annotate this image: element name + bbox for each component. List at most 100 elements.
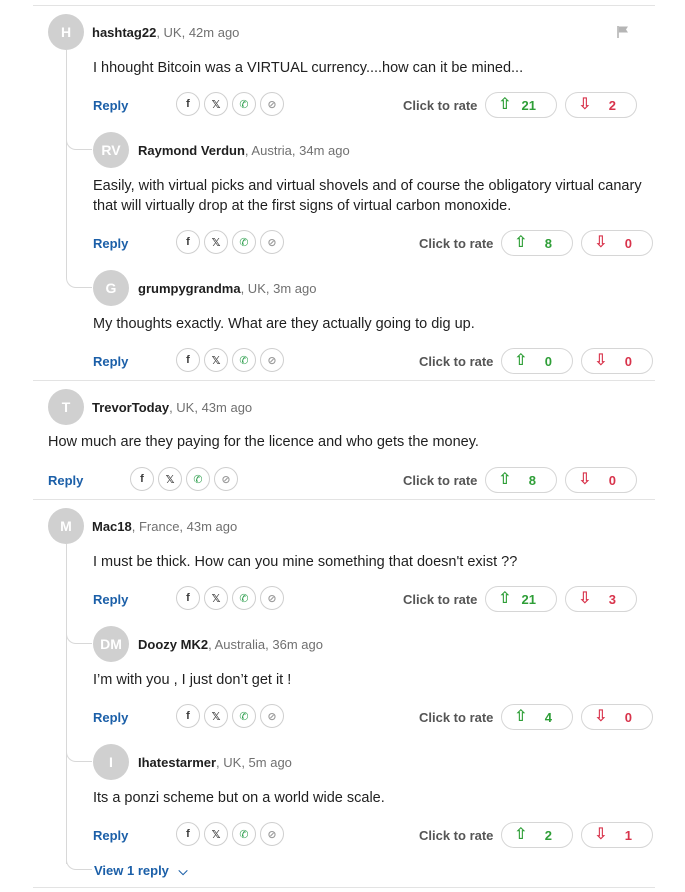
x-icon[interactable]: 𝕏	[204, 92, 228, 116]
downvote-count: 0	[624, 235, 632, 251]
reply-button[interactable]: Reply	[93, 592, 128, 607]
comment-text: Its a ponzi scheme but on a world wide s…	[93, 790, 385, 806]
downvote-count: 0	[624, 709, 632, 725]
facebook-icon[interactable]: f	[176, 704, 200, 728]
upvote-button[interactable]: ⇧ 4	[501, 704, 573, 730]
arrow-down-icon: ⇩	[594, 234, 608, 251]
facebook-icon[interactable]: f	[176, 230, 200, 254]
link-icon[interactable]: ⊘	[260, 92, 284, 116]
link-icon[interactable]: ⊘	[214, 467, 238, 491]
rate-label: Click to rate	[419, 710, 494, 725]
upvote-button[interactable]: ⇧ 8	[485, 467, 557, 493]
x-icon[interactable]: 𝕏	[204, 586, 228, 610]
arrow-down-icon: ⇩	[594, 826, 608, 843]
comment-meta: Doozy MK2, Australia, 36m ago	[138, 637, 323, 652]
downvote-button[interactable]: ⇩ 0	[581, 230, 653, 256]
reply-button[interactable]: Reply	[93, 828, 128, 843]
facebook-icon[interactable]: f	[176, 822, 200, 846]
downvote-button[interactable]: ⇩ 0	[565, 467, 637, 493]
comment-meta: grumpygrandma, UK, 3m ago	[138, 281, 316, 296]
upvote-button[interactable]: ⇧ 2	[501, 822, 573, 848]
facebook-icon[interactable]: f	[176, 586, 200, 610]
whatsapp-icon[interactable]: ✆	[186, 467, 210, 491]
location-time: , UK, 3m ago	[240, 281, 317, 296]
username[interactable]: hashtag22	[92, 25, 156, 40]
avatar: M	[48, 508, 84, 544]
upvote-count: 8	[544, 235, 552, 251]
x-icon[interactable]: 𝕏	[204, 704, 228, 728]
share-buttons: f 𝕏 ✆ ⊘	[176, 348, 284, 372]
reply-button[interactable]: Reply	[93, 710, 128, 725]
avatar: RV	[93, 132, 129, 168]
facebook-icon[interactable]: f	[176, 348, 200, 372]
arrow-down-icon: ⇩	[594, 352, 608, 369]
location-time: , UK, 42m ago	[156, 25, 240, 40]
username[interactable]: Doozy MK2	[138, 637, 208, 652]
avatar: I	[93, 744, 129, 780]
username[interactable]: Raymond Verdun	[138, 143, 245, 158]
avatar: H	[48, 14, 84, 50]
thread-elbow	[66, 746, 92, 762]
downvote-button[interactable]: ⇩ 0	[581, 348, 653, 374]
arrow-up-icon: ⇧	[514, 708, 528, 725]
facebook-icon[interactable]: f	[176, 92, 200, 116]
rate-label: Click to rate	[419, 828, 494, 843]
whatsapp-icon[interactable]: ✆	[232, 822, 256, 846]
x-icon[interactable]: 𝕏	[158, 467, 182, 491]
thread-elbow	[66, 628, 92, 644]
username[interactable]: TrevorToday	[92, 400, 169, 415]
upvote-count: 21	[521, 591, 536, 607]
downvote-count: 0	[608, 472, 616, 488]
downvote-count: 1	[624, 827, 632, 843]
username[interactable]: grumpygrandma	[138, 281, 241, 296]
comment-meta: Ihatestarmer, UK, 5m ago	[138, 755, 292, 770]
facebook-icon[interactable]: f	[130, 467, 154, 491]
arrow-down-icon: ⇩	[578, 96, 592, 113]
reply-button[interactable]: Reply	[93, 354, 128, 369]
reply-button[interactable]: Reply	[93, 236, 128, 251]
comment-text: I’m with you , I just don’t get it !	[93, 672, 292, 688]
link-icon[interactable]: ⊘	[260, 586, 284, 610]
username[interactable]: Ihatestarmer	[138, 755, 216, 770]
downvote-button[interactable]: ⇩ 3	[565, 586, 637, 612]
share-buttons: f 𝕏 ✆ ⊘	[176, 822, 284, 846]
comment-text: Easily, with virtual picks and virtual s…	[93, 178, 642, 214]
whatsapp-icon[interactable]: ✆	[232, 586, 256, 610]
view-replies-link[interactable]: View 1 reply ⌵	[94, 863, 188, 879]
upvote-count: 2	[544, 827, 552, 843]
x-icon[interactable]: 𝕏	[204, 230, 228, 254]
downvote-count: 2	[608, 97, 616, 113]
link-icon[interactable]: ⊘	[260, 822, 284, 846]
downvote-count: 3	[608, 591, 616, 607]
upvote-button[interactable]: ⇧ 8	[501, 230, 573, 256]
x-icon[interactable]: 𝕏	[204, 822, 228, 846]
upvote-button[interactable]: ⇧ 21	[485, 92, 557, 118]
upvote-count: 21	[521, 97, 536, 113]
whatsapp-icon[interactable]: ✆	[232, 348, 256, 372]
comment-text: How much are they paying for the licence…	[48, 434, 479, 450]
comment-meta: Mac18, France, 43m ago	[92, 519, 237, 534]
avatar: G	[93, 270, 129, 306]
username[interactable]: Mac18	[92, 519, 132, 534]
comment-meta: Raymond Verdun, Austria, 34m ago	[138, 143, 350, 158]
link-icon[interactable]: ⊘	[260, 348, 284, 372]
comment-text: I must be thick. How can you mine someth…	[93, 554, 518, 570]
downvote-button[interactable]: ⇩ 0	[581, 704, 653, 730]
reply-button[interactable]: Reply	[93, 98, 128, 113]
whatsapp-icon[interactable]: ✆	[232, 92, 256, 116]
whatsapp-icon[interactable]: ✆	[232, 704, 256, 728]
link-icon[interactable]: ⊘	[260, 230, 284, 254]
comment-divider	[33, 380, 655, 381]
x-icon[interactable]: 𝕏	[204, 348, 228, 372]
downvote-button[interactable]: ⇩ 1	[581, 822, 653, 848]
upvote-button[interactable]: ⇧ 0	[501, 348, 573, 374]
rate-label: Click to rate	[419, 354, 494, 369]
upvote-button[interactable]: ⇧ 21	[485, 586, 557, 612]
downvote-button[interactable]: ⇩ 2	[565, 92, 637, 118]
upvote-count: 8	[528, 472, 536, 488]
reply-button[interactable]: Reply	[48, 473, 83, 488]
whatsapp-icon[interactable]: ✆	[232, 230, 256, 254]
share-buttons: f 𝕏 ✆ ⊘	[176, 92, 284, 116]
flag-icon[interactable]	[616, 25, 630, 39]
link-icon[interactable]: ⊘	[260, 704, 284, 728]
